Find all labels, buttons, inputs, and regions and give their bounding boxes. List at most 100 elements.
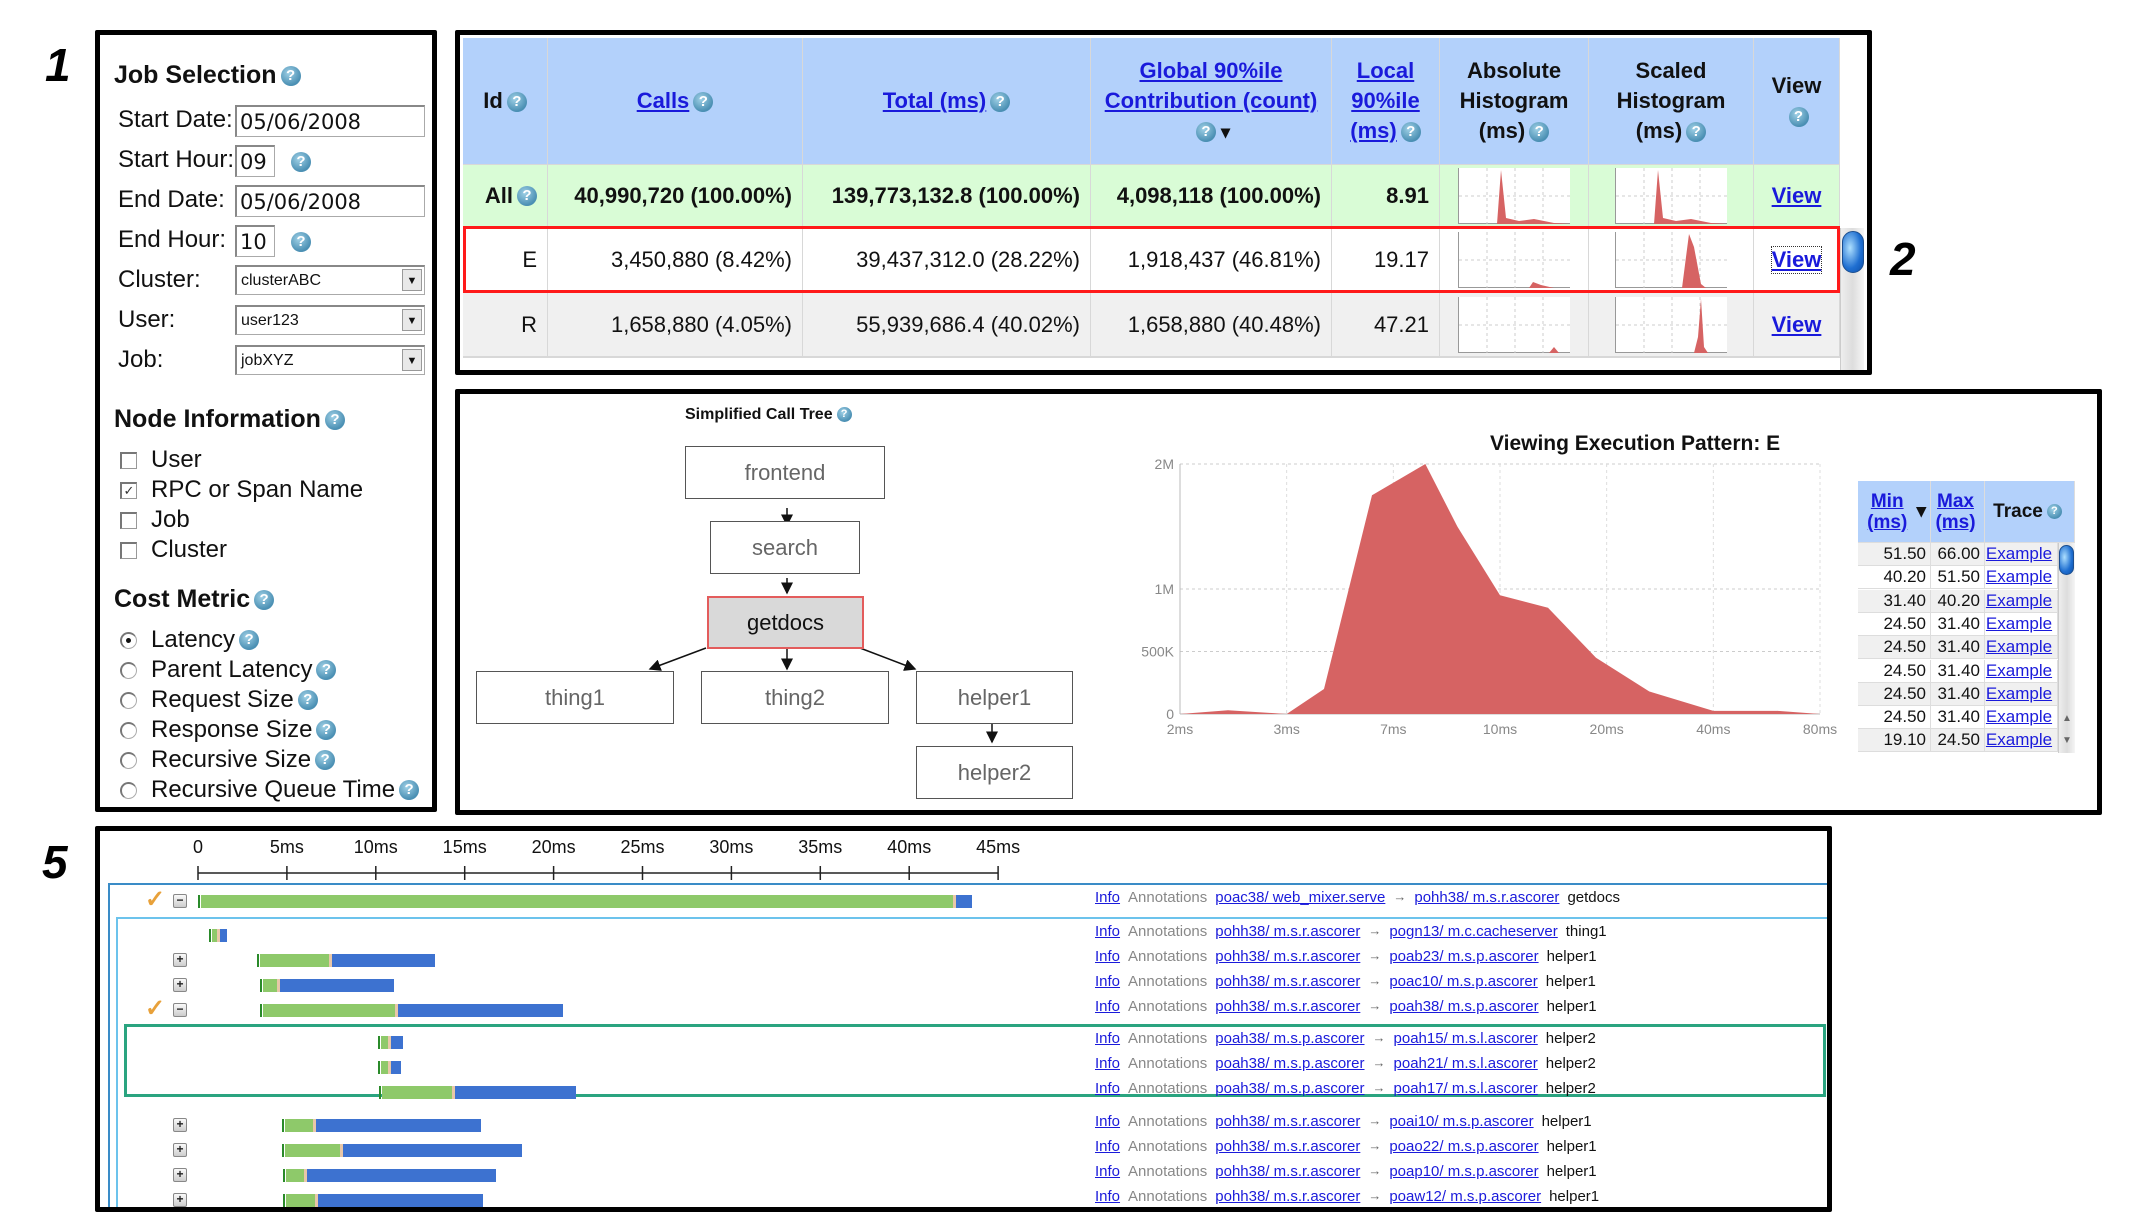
collapse-icon[interactable]: −: [173, 894, 187, 908]
span-bar-server-time[interactable]: [380, 1061, 388, 1074]
annotations-label[interactable]: Annotations: [1128, 1055, 1207, 1072]
info-link[interactable]: Info: [1095, 1163, 1120, 1180]
source-service-link[interactable]: poac38/ web_mixer.serve: [1215, 889, 1385, 906]
span-bar-server-time[interactable]: [380, 1036, 388, 1049]
example-trace-link[interactable]: Example: [1986, 637, 2052, 657]
node-info-option[interactable]: Cluster: [120, 535, 227, 565]
annotations-label[interactable]: Annotations: [1128, 1080, 1207, 1097]
view-link[interactable]: View: [1772, 183, 1822, 209]
help-icon[interactable]: ?: [291, 232, 311, 252]
tree-node-frontend[interactable]: frontend: [685, 446, 885, 499]
tree-node-getdocs[interactable]: getdocs: [707, 596, 864, 649]
start-date-input[interactable]: 05/06/2008: [235, 105, 425, 137]
view-link[interactable]: View: [1770, 246, 1823, 274]
checkbox[interactable]: [120, 511, 137, 529]
histogram-sparkline[interactable]: [1615, 168, 1728, 224]
annotations-label[interactable]: Annotations: [1128, 998, 1207, 1015]
span-bar-network-time[interactable]: [956, 895, 973, 908]
help-icon[interactable]: ?: [693, 92, 714, 113]
example-trace-link[interactable]: Example: [1986, 707, 2052, 727]
span-bar-server-time[interactable]: [382, 1086, 452, 1099]
info-link[interactable]: Info: [1095, 998, 1120, 1015]
tree-node-search[interactable]: search: [710, 521, 860, 574]
help-icon[interactable]: ?: [315, 750, 336, 770]
column-header-label[interactable]: Global 90%ile Contribution (count): [1105, 58, 1318, 113]
job-select[interactable]: jobXYZ ▼: [235, 345, 425, 375]
span-bar-network-time[interactable]: [390, 1036, 404, 1049]
example-trace-link[interactable]: Example: [1986, 591, 2052, 611]
annotations-label[interactable]: Annotations: [1128, 1030, 1207, 1047]
source-service-link[interactable]: pohh38/ m.s.r.ascorer: [1215, 1138, 1360, 1155]
histogram-sparkline[interactable]: [1615, 232, 1728, 288]
info-link[interactable]: Info: [1095, 1030, 1120, 1047]
help-icon[interactable]: ?: [1686, 122, 1707, 143]
tree-node-helper2[interactable]: helper2: [916, 746, 1073, 799]
minmax-header-min[interactable]: Min (ms) ▾: [1858, 481, 1931, 543]
info-link[interactable]: Info: [1095, 1113, 1120, 1130]
cost-metric-option[interactable]: Response Size?: [120, 715, 337, 745]
chevron-down-icon[interactable]: ▼: [402, 269, 422, 291]
source-service-link[interactable]: pohh38/ m.s.r.ascorer: [1215, 923, 1360, 940]
cost-metric-option[interactable]: Recursive Size?: [120, 745, 336, 775]
chevron-down-icon[interactable]: ▼: [402, 309, 422, 331]
span-bar-network-time[interactable]: [307, 1169, 496, 1182]
column-header-local[interactable]: Local 90%ile (ms)?: [1332, 38, 1440, 165]
cost-metric-option[interactable]: Parent Latency?: [120, 655, 337, 685]
span-bar-network-time[interactable]: [317, 1194, 484, 1207]
span-bar-network-time[interactable]: [397, 1004, 564, 1017]
checkbox[interactable]: [120, 541, 137, 559]
destination-service-link[interactable]: poai10/ m.s.p.ascorer: [1389, 1113, 1533, 1130]
view-link[interactable]: View: [1772, 312, 1822, 338]
expand-icon[interactable]: +: [173, 1143, 187, 1157]
checkbox[interactable]: ✓: [120, 481, 137, 499]
scrollbar-thumb[interactable]: [1842, 231, 1864, 273]
info-link[interactable]: Info: [1095, 889, 1120, 906]
destination-service-link[interactable]: poah21/ m.s.l.ascorer: [1394, 1055, 1538, 1072]
tree-node-thing2[interactable]: thing2: [701, 671, 889, 724]
annotations-label[interactable]: Annotations: [1128, 973, 1207, 990]
destination-service-link[interactable]: pogn13/ m.c.cacheserver: [1389, 923, 1557, 940]
source-service-link[interactable]: poah38/ m.s.p.ascorer: [1215, 1055, 1364, 1072]
source-service-link[interactable]: pohh38/ m.s.r.ascorer: [1215, 973, 1360, 990]
span-bar-network-time[interactable]: [316, 1119, 482, 1132]
start-hour-input[interactable]: 09: [235, 145, 275, 177]
minmax-header-max[interactable]: Max (ms): [1931, 481, 1985, 543]
example-trace-link[interactable]: Example: [1986, 684, 2052, 704]
column-header-global[interactable]: Global 90%ile Contribution (count)? ▾: [1091, 38, 1332, 165]
info-link[interactable]: Info: [1095, 1188, 1120, 1205]
span-bar-server-time[interactable]: [286, 1169, 305, 1182]
expand-icon[interactable]: +: [173, 1118, 187, 1132]
scrollbar-thumb[interactable]: [2059, 545, 2074, 575]
annotations-label[interactable]: Annotations: [1128, 1113, 1207, 1130]
help-icon[interactable]: ?: [399, 780, 420, 800]
span-bar-network-time[interactable]: [332, 954, 436, 967]
scroll-up-arrow-icon[interactable]: ▲: [2062, 713, 2072, 724]
radio-button[interactable]: [120, 781, 137, 799]
annotations-label[interactable]: Annotations: [1128, 923, 1207, 940]
histogram-sparkline[interactable]: [1458, 296, 1571, 353]
radio-button[interactable]: [120, 721, 137, 739]
histogram-sparkline[interactable]: [1615, 296, 1728, 353]
span-bar-network-time[interactable]: [280, 979, 395, 992]
help-icon[interactable]: ?: [291, 152, 311, 172]
destination-service-link[interactable]: poap10/ m.s.p.ascorer: [1389, 1163, 1538, 1180]
annotations-label[interactable]: Annotations: [1128, 889, 1207, 906]
info-link[interactable]: Info: [1095, 973, 1120, 990]
header-label[interactable]: Max (ms): [1931, 491, 1980, 533]
annotations-label[interactable]: Annotations: [1128, 1138, 1207, 1155]
histogram-sparkline[interactable]: [1458, 232, 1571, 288]
span-bar-network-time[interactable]: [220, 929, 228, 942]
expand-icon[interactable]: +: [173, 1193, 187, 1207]
chevron-down-icon[interactable]: ▼: [402, 349, 422, 371]
help-icon[interactable]: ?: [1400, 122, 1421, 143]
end-hour-input[interactable]: 10: [235, 225, 275, 257]
tree-node-thing1[interactable]: thing1: [476, 671, 674, 724]
help-icon[interactable]: ?: [316, 660, 337, 680]
source-service-link[interactable]: pohh38/ m.s.r.ascorer: [1215, 1113, 1360, 1130]
histogram-sparkline[interactable]: [1458, 168, 1571, 224]
column-header-label[interactable]: Calls: [637, 88, 690, 113]
sort-descending-icon[interactable]: ▾: [1216, 122, 1230, 142]
help-icon[interactable]: ?: [297, 690, 318, 710]
destination-service-link[interactable]: poah17/ m.s.l.ascorer: [1394, 1080, 1538, 1097]
annotations-label[interactable]: Annotations: [1128, 1188, 1207, 1205]
